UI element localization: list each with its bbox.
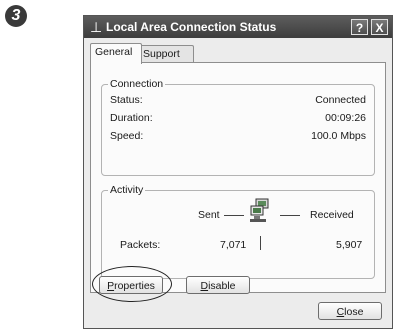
properties-label: roperties: [114, 280, 155, 292]
activity-divider: [260, 236, 261, 250]
connection-group-legend: Connection: [108, 78, 166, 90]
window-title: Local Area Connection Status: [106, 20, 277, 34]
properties-button[interactable]: Properties: [99, 276, 163, 294]
speed-value: 100.0 Mbps: [311, 130, 366, 142]
sent-line: [224, 215, 244, 216]
status-label: Status:: [110, 94, 143, 106]
received-label: Received: [310, 209, 354, 221]
general-tab-panel: Connection Status: Connected Duration: 0…: [90, 62, 386, 293]
close-button[interactable]: Close: [318, 302, 382, 320]
status-value: Connected: [315, 94, 366, 106]
help-button[interactable]: ?: [351, 19, 368, 35]
network-icon: ⊥: [90, 19, 103, 35]
title-close-button[interactable]: X: [371, 19, 388, 35]
close-label: lose: [344, 306, 364, 318]
tab-general[interactable]: General: [90, 43, 142, 64]
network-activity-icon: [250, 198, 269, 222]
disable-button[interactable]: Disable: [186, 276, 250, 294]
title-bar[interactable]: ⊥ Local Area Connection Status ? X: [84, 16, 392, 38]
speed-label: Speed:: [110, 130, 144, 142]
connection-group: Connection Status: Connected Duration: 0…: [101, 78, 375, 176]
packets-sent-value: 7,071: [220, 239, 247, 251]
duration-label: Duration:: [110, 112, 153, 124]
activity-group-legend: Activity: [108, 184, 146, 196]
tab-support[interactable]: Support: [138, 45, 194, 63]
step-number-badge: 3: [5, 5, 27, 27]
packets-received-value: 5,907: [336, 239, 363, 251]
packets-label: Packets:: [120, 239, 161, 251]
disable-mnemonic: D: [200, 280, 209, 292]
received-line: [280, 215, 300, 216]
activity-group: Activity Sent Received Packets: 7,071 5,…: [101, 184, 375, 279]
disable-label: isable: [208, 280, 236, 292]
connection-status-dialog: ⊥ Local Area Connection Status ? X Gener…: [83, 15, 393, 329]
duration-value: 00:09:26: [325, 112, 366, 124]
sent-label: Sent: [198, 209, 220, 221]
